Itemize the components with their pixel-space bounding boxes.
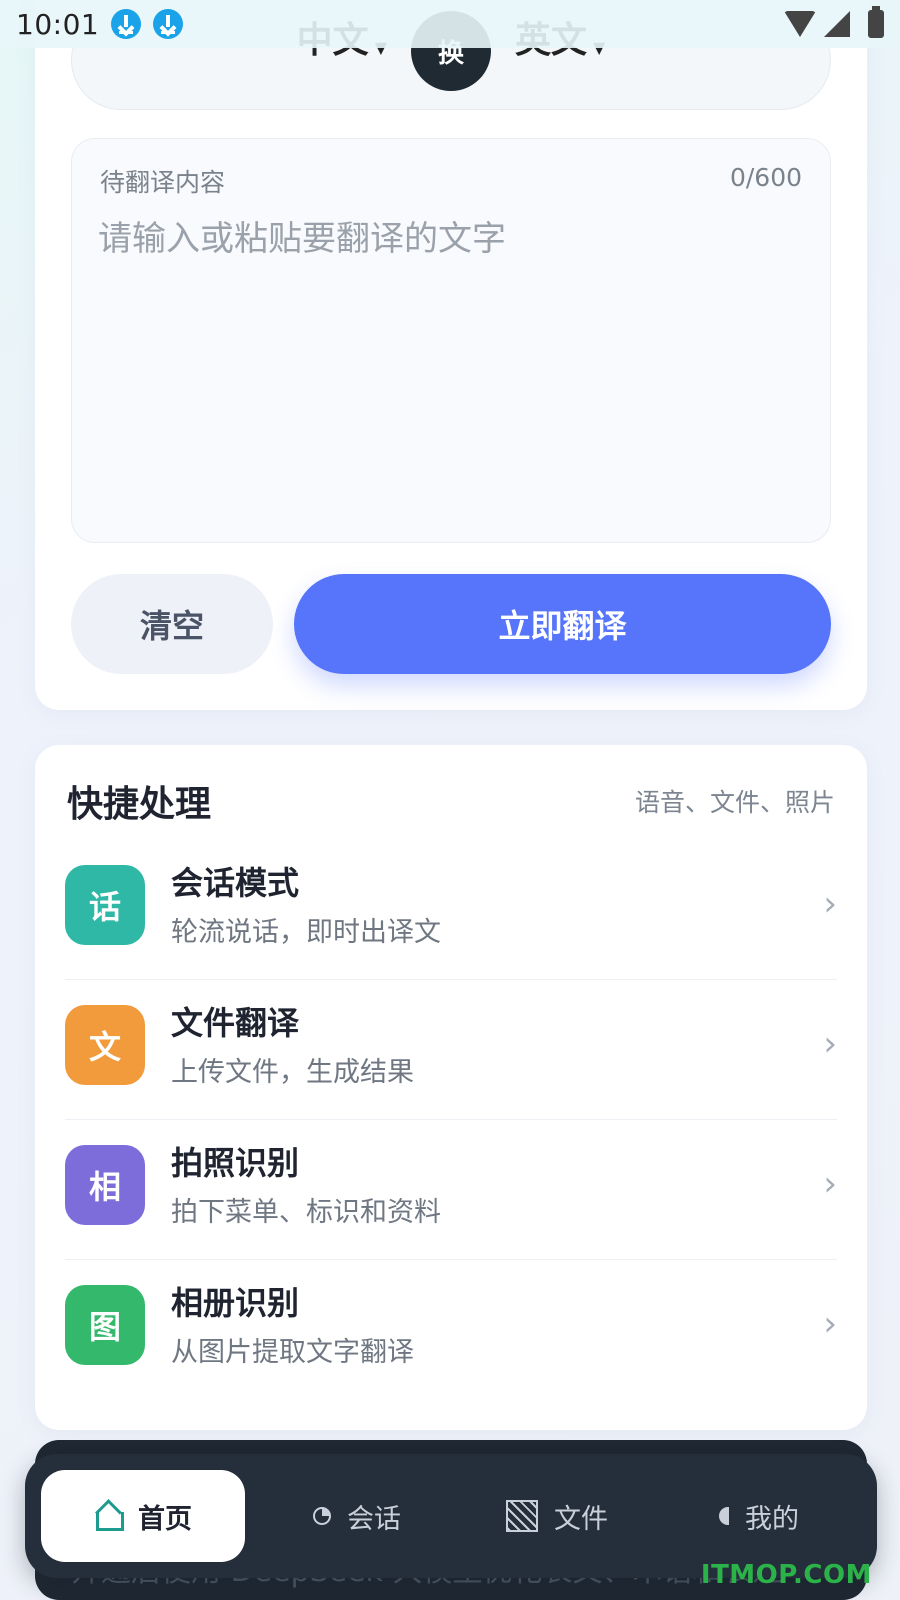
source-text-input[interactable] <box>98 211 798 511</box>
camera-icon: 相 <box>65 1145 145 1225</box>
list-item-title: 会话模式 <box>171 864 300 902</box>
download-icon <box>153 9 184 39</box>
conversation-icon: 话 <box>65 865 145 945</box>
input-title: 待翻译内容 <box>100 168 226 197</box>
wifi-icon <box>784 11 816 37</box>
source-text-box: 待翻译内容 0/600 <box>71 138 831 543</box>
list-item-title: 相册识别 <box>171 1284 300 1322</box>
chat-icon <box>313 1507 331 1525</box>
file-text-icon: 文 <box>65 1005 145 1085</box>
chevron-right-icon: › <box>823 1304 837 1344</box>
tab-label: 会话 <box>347 1503 401 1535</box>
translate-card: 中文▼ 换 英文▼ 待翻译内容 0/600 清空 立即翻译 <box>35 0 867 710</box>
profile-icon <box>719 1507 729 1525</box>
tab-profile[interactable]: 我的 <box>657 1470 861 1562</box>
image-icon: 图 <box>65 1285 145 1365</box>
battery-icon <box>868 6 884 38</box>
watermark: ITMOP.COM <box>700 1560 872 1590</box>
list-item-photo-recognition[interactable]: 相 拍照识别 拍下菜单、标识和资料 › <box>65 1120 837 1260</box>
signal-icon <box>824 11 850 37</box>
chevron-right-icon: › <box>823 884 837 924</box>
tab-conversation[interactable]: 会话 <box>255 1470 459 1562</box>
char-count: 0/600 <box>729 163 802 192</box>
list-item-title: 文件翻译 <box>171 1004 300 1042</box>
chevron-right-icon: › <box>823 1024 837 1064</box>
section-title: 快捷处理 <box>67 784 212 825</box>
home-icon <box>94 1502 124 1531</box>
status-icons <box>784 6 884 38</box>
tab-home[interactable]: 首页 <box>41 1470 245 1562</box>
list-item-desc: 上传文件，生成结果 <box>171 1057 414 1088</box>
download-icon <box>111 9 142 39</box>
status-time: 10:01 <box>16 7 100 41</box>
list-item-desc: 拍下菜单、标识和资料 <box>171 1197 441 1228</box>
translate-button[interactable]: 立即翻译 <box>294 574 831 674</box>
list-item-file-translate[interactable]: 文 文件翻译 上传文件，生成结果 › <box>65 980 837 1120</box>
tab-label: 首页 <box>138 1503 192 1535</box>
list-item-title: 拍照识别 <box>171 1144 300 1182</box>
quick-actions-card: 快捷处理 语音、文件、照片 话 会话模式 轮流说话，即时出译文 › 文 文件翻译… <box>35 745 867 1430</box>
list-item-conversation[interactable]: 话 会话模式 轮流说话，即时出译文 › <box>65 840 837 980</box>
tab-label: 文件 <box>554 1503 608 1535</box>
section-subtitle: 语音、文件、照片 <box>634 788 835 817</box>
list-item-album-recognition[interactable]: 图 相册识别 从图片提取文字翻译 › <box>65 1260 837 1400</box>
list-item-desc: 从图片提取文字翻译 <box>171 1337 414 1368</box>
status-bar: 10:01 <box>0 0 900 48</box>
list-item-desc: 轮流说话，即时出译文 <box>171 917 441 948</box>
file-icon <box>506 1500 538 1532</box>
tab-label: 我的 <box>745 1503 799 1535</box>
tab-files[interactable]: 文件 <box>455 1470 659 1562</box>
chevron-right-icon: › <box>823 1164 837 1204</box>
clear-button[interactable]: 清空 <box>71 574 273 674</box>
